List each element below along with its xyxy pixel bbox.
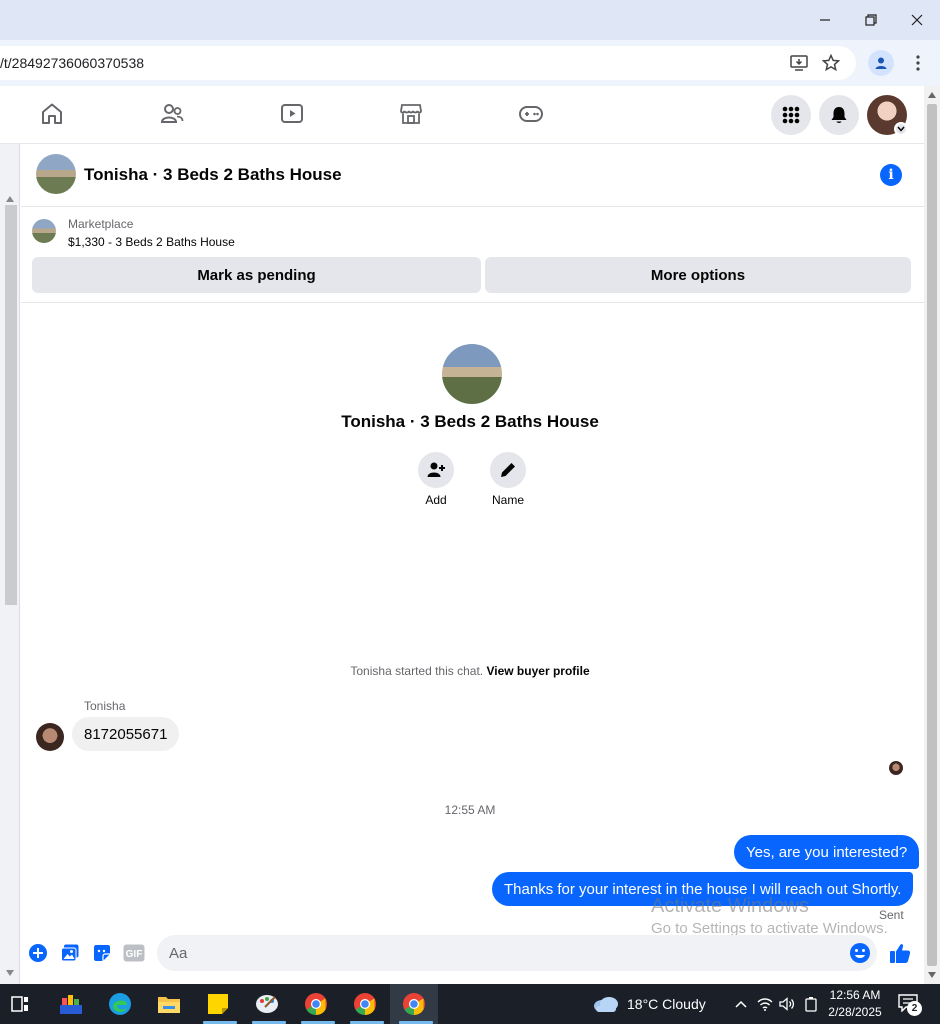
pencil-icon	[490, 452, 526, 488]
add-button[interactable]: Add	[406, 452, 466, 507]
sent-status: Sent	[879, 908, 904, 922]
marketplace-icon[interactable]	[397, 100, 425, 128]
scroll-down-arrow-icon[interactable]	[928, 972, 936, 978]
edge-browser-icon[interactable]	[106, 990, 134, 1018]
left-scrollbar-thumb[interactable]	[5, 205, 17, 605]
sticky-notes-icon[interactable]	[204, 990, 232, 1018]
like-thumb-icon[interactable]	[889, 942, 911, 964]
chrome-icon[interactable]	[351, 990, 379, 1018]
cloudy-weather-icon[interactable]	[592, 990, 620, 1018]
message-composer: GIF	[21, 934, 924, 974]
file-explorer-icon[interactable]	[155, 990, 183, 1018]
bookmark-star-icon[interactable]	[820, 52, 842, 74]
notification-count-badge: 2	[907, 1001, 922, 1016]
clock-time: 12:56 AM	[829, 988, 881, 1002]
incoming-message[interactable]: 8172055671	[72, 717, 180, 751]
address-bar[interactable]: /t/28492736060370538	[0, 46, 856, 80]
install-app-icon[interactable]	[788, 52, 810, 74]
listing-price-title[interactable]: $1,330 - 3 Beds 2 Baths House	[68, 235, 235, 249]
sticker-icon[interactable]	[91, 942, 113, 964]
chevron-down-icon[interactable]	[894, 122, 908, 136]
info-icon[interactable]: i	[880, 164, 902, 186]
paint-icon[interactable]	[253, 990, 281, 1018]
chat-header: Tonisha · 3 Beds 2 Baths House i	[21, 144, 924, 207]
outgoing-message[interactable]: Yes, are you interested?	[734, 835, 920, 869]
scroll-up-arrow-icon[interactable]	[928, 92, 936, 98]
chat-list-collapsed	[0, 144, 20, 984]
browser-toolbar: /t/28492736060370538	[0, 40, 940, 86]
page-scrollbar-thumb[interactable]	[927, 104, 937, 966]
system-clock[interactable]: 12:56 AM 2/28/2025	[820, 987, 890, 1021]
facebook-top-nav	[0, 86, 924, 144]
message-timestamp: 12:55 AM	[444, 803, 496, 817]
seen-indicator-avatar	[889, 761, 903, 775]
thread-avatar[interactable]	[36, 154, 76, 194]
close-button[interactable]	[894, 0, 940, 40]
mark-as-pending-button[interactable]: Mark as pending	[32, 257, 481, 293]
more-menu-icon[interactable]	[910, 50, 926, 76]
minimize-button[interactable]	[802, 0, 848, 40]
url-text[interactable]: /t/28492736060370538	[0, 55, 144, 71]
gaming-icon[interactable]	[517, 100, 545, 128]
listing-thumbnail[interactable]	[32, 219, 56, 243]
plus-icon[interactable]	[27, 942, 49, 964]
close-icon	[911, 14, 923, 26]
more-options-button[interactable]: More options	[485, 257, 911, 293]
watermark-line1: Activate Windows	[651, 895, 809, 917]
chrome-icon[interactable]	[302, 990, 330, 1018]
activate-windows-watermark: Activate Windows Go to Settings to activ…	[651, 895, 888, 937]
windows-taskbar: 18°C Cloudy 12:56 AM 2/28/2025 2	[0, 984, 940, 1024]
task-view-icon[interactable]	[6, 990, 34, 1018]
window-titlebar	[0, 0, 940, 40]
name-button[interactable]: Name	[478, 452, 538, 507]
clock-date: 2/28/2025	[828, 1005, 882, 1019]
marketplace-label: Marketplace	[68, 217, 134, 231]
scroll-down-arrow-icon[interactable]	[6, 970, 14, 976]
restore-button[interactable]	[848, 0, 894, 40]
name-label: Name	[491, 493, 524, 507]
scroll-up-arrow-icon[interactable]	[6, 196, 14, 202]
emoji-icon[interactable]	[849, 942, 871, 964]
chrome-icon[interactable]	[400, 990, 428, 1018]
svg-text:GIF: GIF	[126, 949, 143, 960]
gif-icon[interactable]: GIF	[123, 942, 145, 964]
profile-icon[interactable]	[868, 50, 894, 76]
started-text: Tonisha started this chat.	[350, 664, 484, 678]
intro-title: Tonisha · 3 Beds 2 Baths House	[341, 412, 599, 431]
notifications-bell-icon[interactable]	[819, 95, 859, 135]
thread-title[interactable]: Tonisha · 3 Beds 2 Baths House	[84, 165, 342, 185]
menu-grid-icon[interactable]	[771, 95, 811, 135]
home-icon[interactable]	[38, 100, 66, 128]
minimize-icon	[820, 19, 830, 21]
add-person-icon	[418, 452, 454, 488]
watch-icon[interactable]	[278, 100, 306, 128]
add-label: Add	[425, 493, 447, 507]
intro-avatar	[442, 344, 502, 404]
sender-name: Tonisha	[84, 699, 126, 713]
sender-avatar[interactable]	[36, 723, 64, 751]
app-grid-icon[interactable]	[57, 990, 85, 1018]
chat-started-notice: Tonisha started this chat. View buyer pr…	[0, 664, 940, 678]
message-input[interactable]	[157, 935, 877, 971]
marketplace-banner: Marketplace $1,330 - 3 Beds 2 Baths Hous…	[21, 207, 924, 303]
weather-text[interactable]: 18°C Cloudy	[627, 996, 706, 1012]
photo-icon[interactable]	[59, 942, 81, 964]
page-scrollbar[interactable]	[924, 86, 940, 984]
restore-icon	[865, 14, 877, 26]
friends-icon[interactable]	[158, 100, 186, 128]
view-buyer-profile-link[interactable]: View buyer profile	[486, 664, 589, 678]
